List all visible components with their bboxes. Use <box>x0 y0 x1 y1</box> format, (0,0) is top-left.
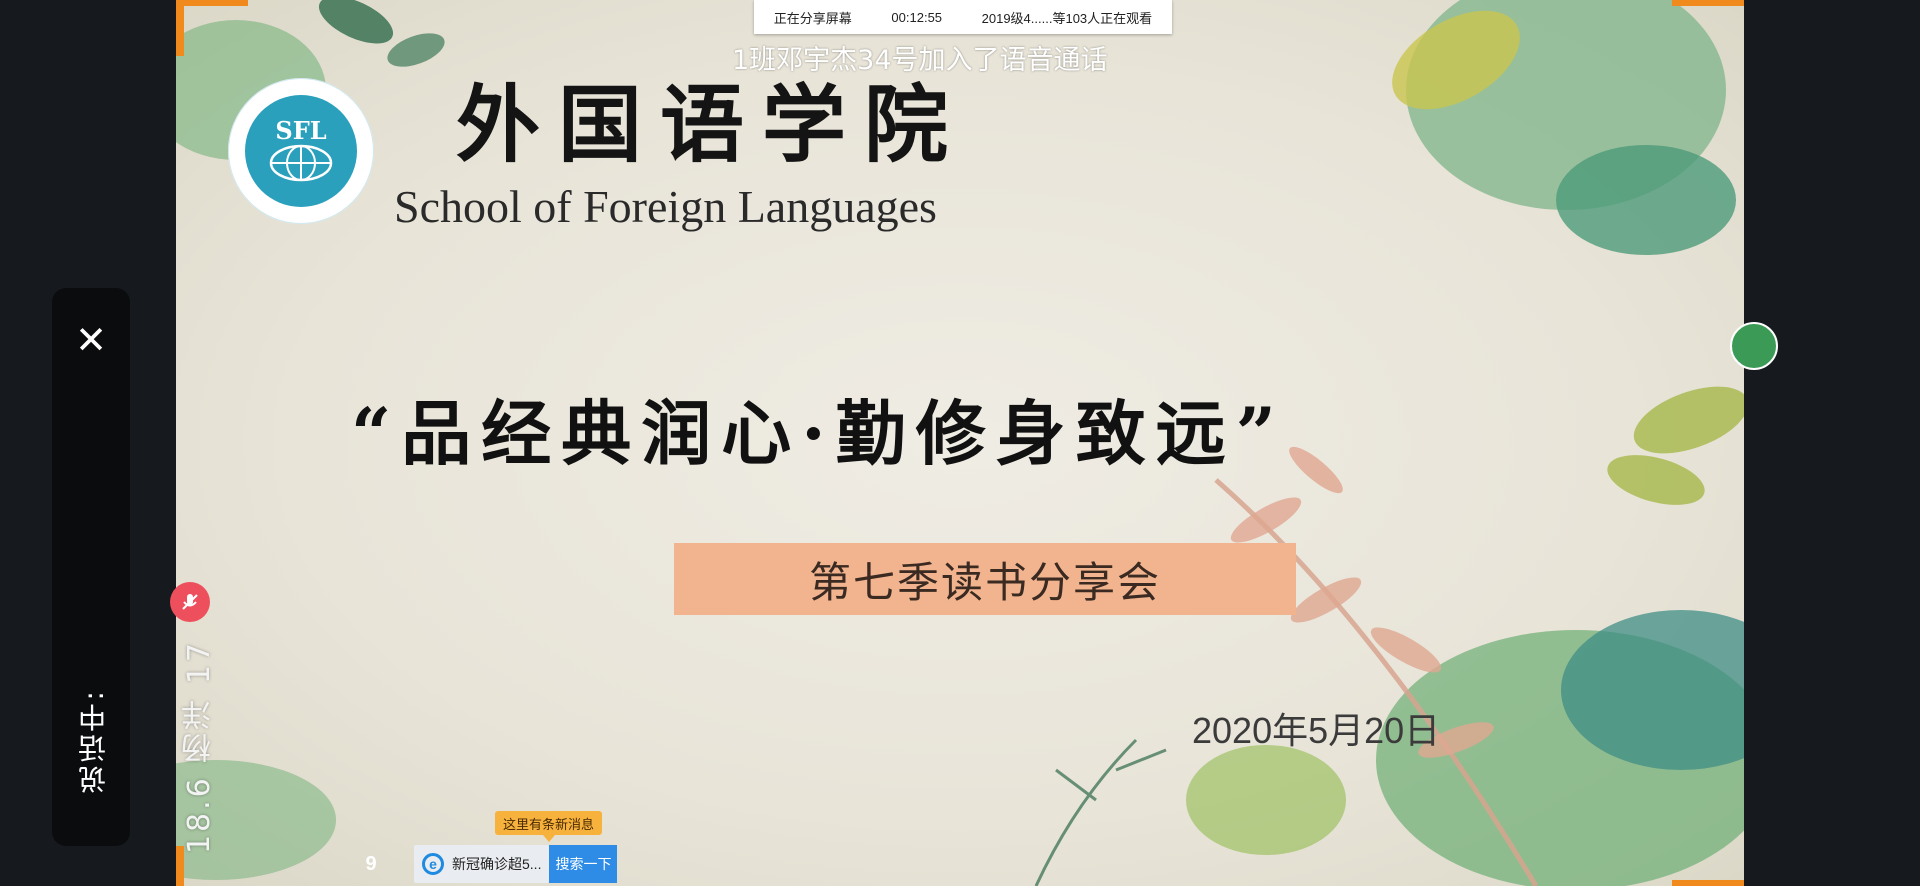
share-status: 正在分享屏幕 <box>773 10 852 26</box>
floating-avatar-icon[interactable] <box>1730 322 1778 370</box>
frame-corner-tr <box>1672 0 1744 6</box>
close-icon: ✕ <box>75 318 107 362</box>
share-timer: 00:12:55 <box>891 9 943 25</box>
frame-corner-br <box>1672 880 1744 886</box>
new-message-tooltip: 这里有条新消息 <box>495 811 603 842</box>
school-title-english: School of Foreign Languages <box>394 181 937 232</box>
viewer-count: 2019级4......等103人正在观看 <box>981 10 1153 26</box>
event-date: 2020年5月20日 <box>1192 710 1441 751</box>
search-button[interactable]: 搜索一下 <box>549 845 618 883</box>
browser-tab-label: 新冠确诊超5... <box>452 856 542 872</box>
taskbar: 9 e 新冠确诊超5... 搜索一下 <box>190 842 618 886</box>
screen-share-status-bar[interactable]: 正在分享屏幕 00:12:55 2019级4......等103人正在观看 <box>754 0 1172 34</box>
ie-browser-icon: e <box>422 853 444 875</box>
logo-text: SFL <box>275 116 327 145</box>
mic-icon <box>182 594 198 610</box>
join-notification: 1班邓宇杰34号加入了语音通话 <box>732 45 1108 76</box>
taskbar-browser-tab[interactable]: e 新冠确诊超5... <box>414 845 550 883</box>
globe-icon <box>269 144 333 182</box>
app-icon[interactable]: 9 <box>356 849 386 879</box>
event-banner: 第七季读书分享会 <box>674 543 1296 615</box>
frame-corner-tl-h <box>176 0 248 6</box>
shared-screen-slide: SFL 外国语学院 School of Foreign Languages “品… <box>176 0 1744 886</box>
call-side-panel: ✕ 说话中: <box>52 288 130 846</box>
active-speaker-name: 18.6 杨洋 17 <box>182 640 217 855</box>
frame-corner-tl <box>176 0 184 56</box>
microphone-indicator <box>170 582 210 622</box>
speaking-label: 说话中: <box>77 688 110 794</box>
close-button[interactable]: ✕ <box>67 316 115 364</box>
school-logo: SFL <box>228 78 374 224</box>
event-motto: “品经典润心·勤修身致远” <box>351 392 1286 475</box>
